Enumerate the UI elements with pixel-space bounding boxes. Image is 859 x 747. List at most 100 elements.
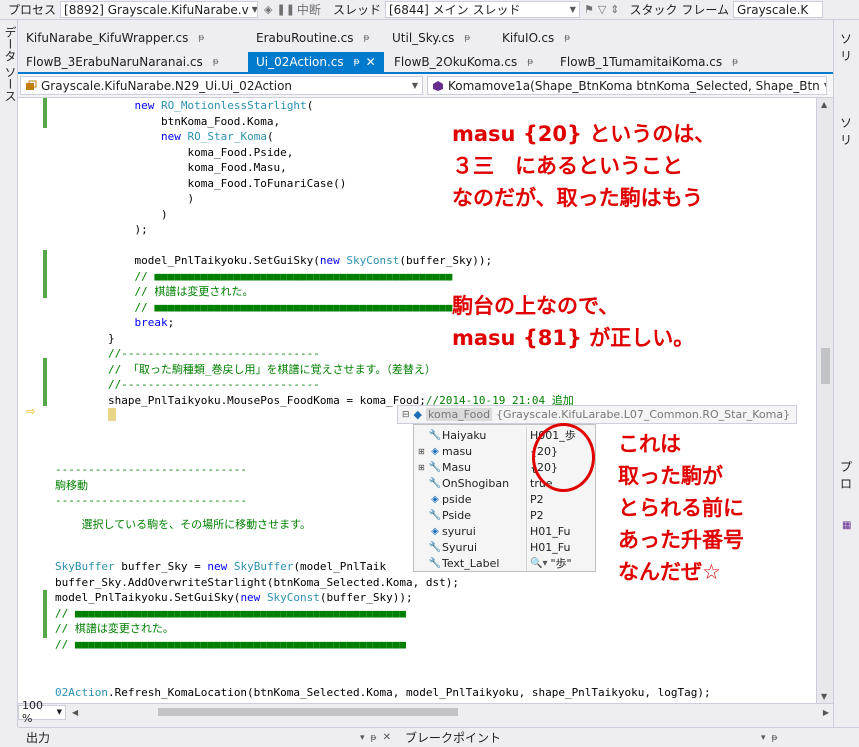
datatip-row[interactable]: 🔧 Pside P2 xyxy=(414,507,595,523)
datatip-row-value: H01_Fu xyxy=(530,540,571,554)
member-combo[interactable]: Komamove1a(Shape_BtnKoma btnKoma_Selecte… xyxy=(426,76,827,95)
expand-icon[interactable]: ⊟ xyxy=(402,410,410,420)
horizontal-scrollbar-thumb[interactable] xyxy=(158,708,458,716)
class-path: Grayscale.KifuNarabe.N29_Ui.Ui_02Action xyxy=(41,78,293,93)
pin-icon[interactable]: ⊸ xyxy=(796,408,797,421)
tab-label: FlowB_2OkuKoma.cs xyxy=(394,55,518,69)
navigation-bar: Grayscale.KifuNarabe.N29_Ui.Ui_02Action ▼… xyxy=(18,74,833,98)
tab-label: Ui_02Action.cs xyxy=(256,55,344,69)
tab-kifuio[interactable]: KifuIO.cs ᵽ xyxy=(494,28,594,48)
close-icon[interactable]: ✕ xyxy=(366,55,376,69)
expand-icon[interactable]: ⊞ xyxy=(418,447,428,456)
pin-icon[interactable]: ᵽ xyxy=(213,57,219,67)
property-icon: 🔧 xyxy=(428,509,442,521)
datatip-row[interactable]: ◈ syurui H01_Fu xyxy=(414,523,595,539)
comment-line: // ■■■■■■■■■■■■■■■■■■■■■■■■■■■■■■■■■■■■■… xyxy=(55,606,406,620)
class-combo[interactable]: Grayscale.KifuNarabe.N29_Ui.Ui_02Action ▼ xyxy=(20,76,423,95)
code-line: ) xyxy=(55,207,168,221)
datatip-row-name: OnShogiban xyxy=(442,476,510,490)
zoom-value: 100 % xyxy=(22,699,43,725)
current-line xyxy=(55,406,116,422)
breakpoints-window-title[interactable]: ブレークポイント xyxy=(405,729,501,746)
datatip-row[interactable]: ◈ pside P2 xyxy=(414,491,595,507)
pin-icon[interactable]: ᵽ xyxy=(732,57,738,67)
pin-icon[interactable]: ᵽ xyxy=(371,733,377,743)
annotation-masu-correct: 駒台の上なので、 masu {81} が正しい。 xyxy=(452,294,695,350)
pin-icon[interactable]: ᵽ xyxy=(198,33,204,43)
scroll-left-icon[interactable]: ◀ xyxy=(72,708,78,717)
flag-icon[interactable]: ⚑ xyxy=(584,3,594,16)
magnifier-icon[interactable]: 🔍▾ xyxy=(530,558,547,569)
tab-label: KifuNarabe_KifuWrapper.cs xyxy=(26,31,189,45)
datatip-header[interactable]: ⊟ ◆ koma_Food {Grayscale.KifuLarabe.L07_… xyxy=(397,405,797,424)
comment-line: // ■■■■■■■■■■■■■■■■■■■■■■■■■■■■■■■■■■■■■… xyxy=(55,637,406,651)
datatip-row[interactable]: 🔧 Syurui H01_Fu xyxy=(414,539,595,555)
bottom-tool-windows: 出力 ▾ ᵽ ✕ ブレークポイント ▾ ᵽ xyxy=(18,727,859,747)
code-line: koma_Food.Masu, xyxy=(55,161,287,174)
stack-frame-combo[interactable]: Grayscale.K xyxy=(732,1,823,18)
tab-flowb-3erabu[interactable]: FlowB_3ErabuNaruNaranai.cs ᵽ xyxy=(18,52,246,72)
datatip-row-name: Text_Label xyxy=(442,556,500,570)
filter-icon[interactable]: ▽ xyxy=(598,3,606,16)
tab-label: FlowB_3ErabuNaruNaranai.cs xyxy=(26,55,203,69)
process-combo[interactable]: [8892] Grayscale.KifuNarabe.v ▼ xyxy=(60,1,259,18)
datatip-variable-name: koma_Food xyxy=(426,408,493,421)
datatip-row-name: Syurui xyxy=(442,540,478,554)
expand-icon[interactable]: ⇕ xyxy=(610,3,619,16)
datatip-row-name: Masu xyxy=(442,460,471,474)
suspend-icon[interactable]: ❚❚ xyxy=(276,3,294,16)
field-icon: ◈ xyxy=(431,493,439,505)
property-icon: 🔧 xyxy=(428,429,442,441)
dropdown-icon[interactable]: ▾ xyxy=(360,733,365,743)
tab-label: ErabuRoutine.cs xyxy=(256,31,354,45)
output-window-title[interactable]: 出力 xyxy=(26,729,50,746)
pin-icon[interactable]: ᵽ xyxy=(364,33,370,43)
current-line-arrow-icon: ⇨ xyxy=(26,405,36,418)
comment-line: // ■■■■■■■■■■■■■■■■■■■■■■■■■■■■■■■■■■■■■… xyxy=(55,300,453,314)
datatip-row-name: Pside xyxy=(442,508,471,522)
code-line: ) xyxy=(55,192,195,205)
zoom-combo[interactable]: 100 % ▼ xyxy=(18,699,66,725)
thread-combo[interactable]: [6844] メイン スレッド ▼ xyxy=(384,1,580,18)
code-line: model_PnlTaikyoku.SetGuiSky(new SkyConst… xyxy=(55,254,493,267)
solution-explorer-tab[interactable]: ソリ xyxy=(840,30,859,64)
pin-icon[interactable]: ᵽ xyxy=(564,33,570,43)
close-icon[interactable]: ✕ xyxy=(383,732,391,743)
tab-flowb-1tumamitai[interactable]: FlowB_1TumamitaiKoma.cs ᵽ xyxy=(552,52,742,72)
process-value: [8892] Grayscale.KifuNarabe.v xyxy=(64,2,249,17)
properties-tab[interactable]: プロ xyxy=(840,458,859,492)
pin-icon[interactable]: ᵽ xyxy=(772,733,778,743)
scrollbar-thumb[interactable] xyxy=(821,348,830,384)
pin-icon[interactable]: ᵽ xyxy=(527,57,533,67)
tab-kifunarabe-kifuwrapper[interactable]: KifuNarabe_KifuWrapper.cs ᵽ xyxy=(18,28,220,48)
tab-flowb-2okukoma[interactable]: FlowB_2OkuKoma.cs ᵽ xyxy=(386,52,550,72)
vertical-scrollbar[interactable]: ▲ ▼ xyxy=(816,98,833,703)
datatip-row-value: H01_Fu xyxy=(530,524,571,538)
scroll-right-icon[interactable]: ▶ xyxy=(823,708,829,717)
class-icon xyxy=(26,80,37,90)
data-sources-tab[interactable]: データ ソース xyxy=(2,26,19,102)
scroll-up-icon[interactable]: ▲ xyxy=(821,100,827,109)
tab-label: FlowB_1TumamitaiKoma.cs xyxy=(560,55,723,69)
lifecycle-icon[interactable]: ◈ xyxy=(264,3,272,16)
member-name: Komamove1a(Shape_BtnKoma btnKoma_Selecte… xyxy=(447,78,820,93)
change-bar xyxy=(43,98,47,128)
suspend-label[interactable]: 中断 xyxy=(297,1,321,18)
chevron-down-icon: ▼ xyxy=(820,81,826,90)
datatip-row[interactable]: 🔧 Text_Label 🔍▾ "歩" xyxy=(414,555,595,571)
code-line: } xyxy=(55,331,115,345)
tab-erabuRoutine[interactable]: ErabuRoutine.cs ᵽ xyxy=(222,28,382,48)
dropdown-icon[interactable]: ▾ xyxy=(761,733,766,743)
pin-icon[interactable]: ᵽ xyxy=(464,33,470,43)
tab-ui-02action[interactable]: Ui_02Action.cs ᵽ ✕ xyxy=(248,52,384,72)
tab-util-sky[interactable]: Util_Sky.cs ᵽ xyxy=(384,28,492,48)
pin-icon[interactable]: ᵽ xyxy=(354,57,360,67)
code-line: btnKoma_Food.Koma, xyxy=(55,114,281,128)
expand-icon[interactable]: ⊞ xyxy=(418,463,428,472)
editor-gutter[interactable]: ⇨ xyxy=(18,98,54,703)
code-line: break; xyxy=(134,316,175,329)
grid-icon[interactable]: ▦ xyxy=(842,520,859,531)
change-bar xyxy=(43,250,47,298)
solution-explorer-tab-2[interactable]: ソリ xyxy=(840,114,859,148)
scroll-down-icon[interactable]: ▼ xyxy=(821,692,827,701)
